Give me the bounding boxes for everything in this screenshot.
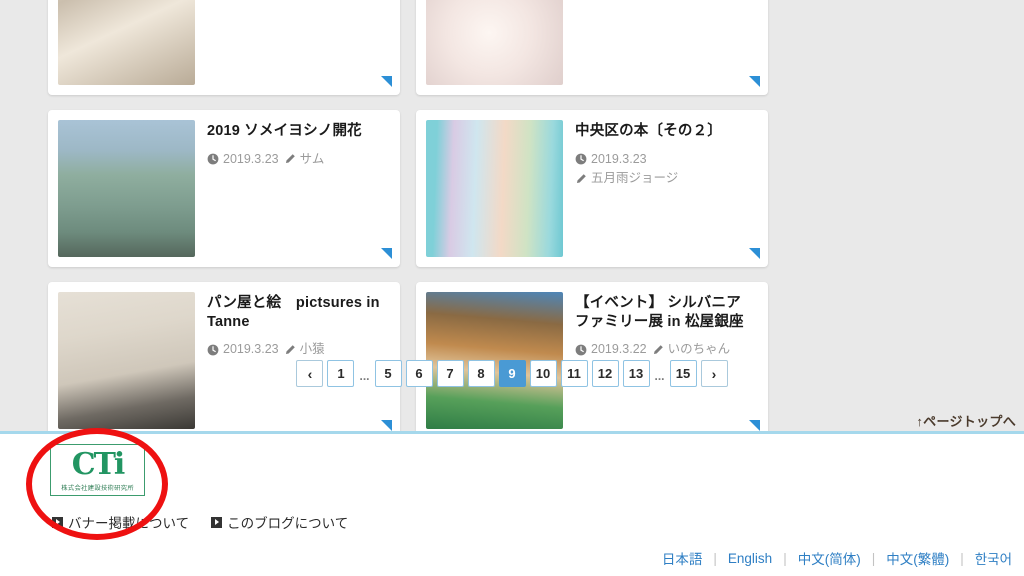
cti-logo-subtitle: 株式会社建設技術研究所 <box>61 486 134 492</box>
post-author-text: サム <box>299 151 325 166</box>
post-title[interactable]: 2019 ソメイヨシノ開花 <box>207 122 386 141</box>
post-date: 2019.3.23 <box>575 150 647 169</box>
footer-link-list: バナー掲載について このブログについて <box>52 512 348 532</box>
page-root: 2019 ソメイヨシノ開花 2019.3.23 サム 中央区の本〔その２〕 20… <box>0 0 1024 576</box>
post-author: 五月雨ジョージ <box>575 169 678 188</box>
post-card[interactable] <box>416 0 768 95</box>
pagination-prev-button[interactable]: ‹ <box>296 360 324 387</box>
footer-link-about-blog-label: このブログについて <box>227 516 349 531</box>
post-date: 2019.3.23 <box>207 150 279 169</box>
post-date: 2019.3.23 <box>207 340 279 359</box>
pagination-ellipsis: ... <box>654 369 665 383</box>
post-author-text: 小猿 <box>299 342 325 357</box>
pencil-icon <box>284 344 296 356</box>
pagination-page-5[interactable]: 5 <box>374 360 402 387</box>
card-corner-triangle-icon <box>381 420 392 431</box>
pencil-icon <box>575 173 587 185</box>
post-card[interactable]: 2019 ソメイヨシノ開花 2019.3.23 サム <box>48 110 400 267</box>
post-meta: 2019.3.23 小猿 <box>207 340 386 359</box>
pagination-page-10[interactable]: 10 <box>529 360 557 387</box>
pagination-ellipsis: ... <box>359 369 370 383</box>
post-author-text: 五月雨ジョージ <box>591 170 679 185</box>
pagination-page-6[interactable]: 6 <box>405 360 433 387</box>
clock-icon <box>207 344 219 356</box>
card-corner-triangle-icon <box>749 248 760 259</box>
language-switcher: 日本語 | English | 中文(简体) | 中文(繁體) | 한국어 <box>651 548 1012 568</box>
footer: CTi 株式会社建設技術研究所 バナー掲載について このブログについて 日本語 |… <box>0 434 1024 576</box>
post-row: 2019 ソメイヨシノ開花 2019.3.23 サム 中央区の本〔その２〕 20… <box>48 110 768 267</box>
post-author: 小猿 <box>284 340 325 359</box>
post-thumbnail[interactable] <box>58 120 195 257</box>
post-date-text: 2019.3.22 <box>591 342 647 357</box>
post-title[interactable]: パン屋と絵 pictsures in Tanne <box>207 294 386 331</box>
page-top-link[interactable]: ↑ページトップへ <box>916 411 1016 430</box>
post-card-body: 2019 ソメイヨシノ開花 2019.3.23 サム <box>195 120 390 257</box>
card-corner-triangle-icon <box>381 248 392 259</box>
post-date-text: 2019.3.23 <box>223 342 279 357</box>
footer-link-about-blog[interactable]: このブログについて <box>211 512 348 532</box>
pagination-page-7[interactable]: 7 <box>436 360 464 387</box>
post-card[interactable]: 中央区の本〔その２〕 2019.3.23 五月雨ジョージ <box>416 110 768 267</box>
language-link-2[interactable]: English <box>717 551 783 566</box>
post-title[interactable]: 【イベント】 シルバニアファミリー展 in 松屋銀座 <box>575 294 754 331</box>
post-author: いのちゃん <box>652 340 731 359</box>
arrow-bullet-icon <box>52 516 63 528</box>
pagination-current-page[interactable]: 9 <box>498 360 526 387</box>
pagination: ‹ 1... 5 6 7 8 9 10 11 12 13... 15 › <box>0 360 1024 387</box>
pencil-icon <box>652 344 664 356</box>
post-date-text: 2019.3.23 <box>591 151 647 166</box>
post-card-body <box>563 0 758 85</box>
post-card-body: 中央区の本〔その２〕 2019.3.23 五月雨ジョージ <box>563 120 758 257</box>
post-meta: 2019.3.23 サム <box>207 150 386 169</box>
post-author: サム <box>284 150 325 169</box>
card-corner-triangle-icon <box>749 420 760 431</box>
arrow-bullet-icon <box>211 516 223 528</box>
language-link-5[interactable]: 한국어 <box>964 548 1012 568</box>
clock-icon <box>207 153 219 165</box>
pencil-icon <box>284 153 296 165</box>
footer-logo[interactable]: CTi 株式会社建設技術研究所 <box>50 444 145 496</box>
clock-icon <box>575 153 587 165</box>
post-thumbnail[interactable] <box>426 0 563 85</box>
post-meta: 2019.3.22 いのちゃん <box>575 340 754 359</box>
card-corner-triangle-icon <box>749 76 760 87</box>
post-thumbnail[interactable] <box>58 0 195 85</box>
pagination-page-15[interactable]: 15 <box>669 360 697 387</box>
post-title[interactable]: 中央区の本〔その２〕 <box>575 122 754 141</box>
footer-link-banner[interactable]: バナー掲載について <box>52 512 189 532</box>
post-author-text: いのちゃん <box>667 342 731 357</box>
pagination-page-1[interactable]: 1 <box>327 360 355 387</box>
pagination-page-8[interactable]: 8 <box>467 360 495 387</box>
post-card[interactable] <box>48 0 400 95</box>
post-thumbnail[interactable] <box>426 120 563 257</box>
pagination-next-button[interactable]: › <box>700 360 728 387</box>
post-date: 2019.3.22 <box>575 340 647 359</box>
pagination-page-11[interactable]: 11 <box>560 360 588 387</box>
footer-link-banner-label: バナー掲載について <box>68 516 190 531</box>
pagination-page-13[interactable]: 13 <box>622 360 650 387</box>
language-link-1[interactable]: 日本語 <box>651 548 714 568</box>
post-row-partial <box>48 0 768 95</box>
post-meta: 2019.3.23 五月雨ジョージ <box>575 150 754 189</box>
language-link-4[interactable]: 中文(繁體) <box>875 548 960 568</box>
post-date-text: 2019.3.23 <box>223 151 279 166</box>
card-corner-triangle-icon <box>381 76 392 87</box>
post-card-body <box>195 0 390 85</box>
cti-logo-mark: CTi <box>71 447 126 482</box>
language-link-3[interactable]: 中文(简体) <box>787 548 872 568</box>
pagination-page-12[interactable]: 12 <box>591 360 619 387</box>
clock-icon <box>575 344 587 356</box>
